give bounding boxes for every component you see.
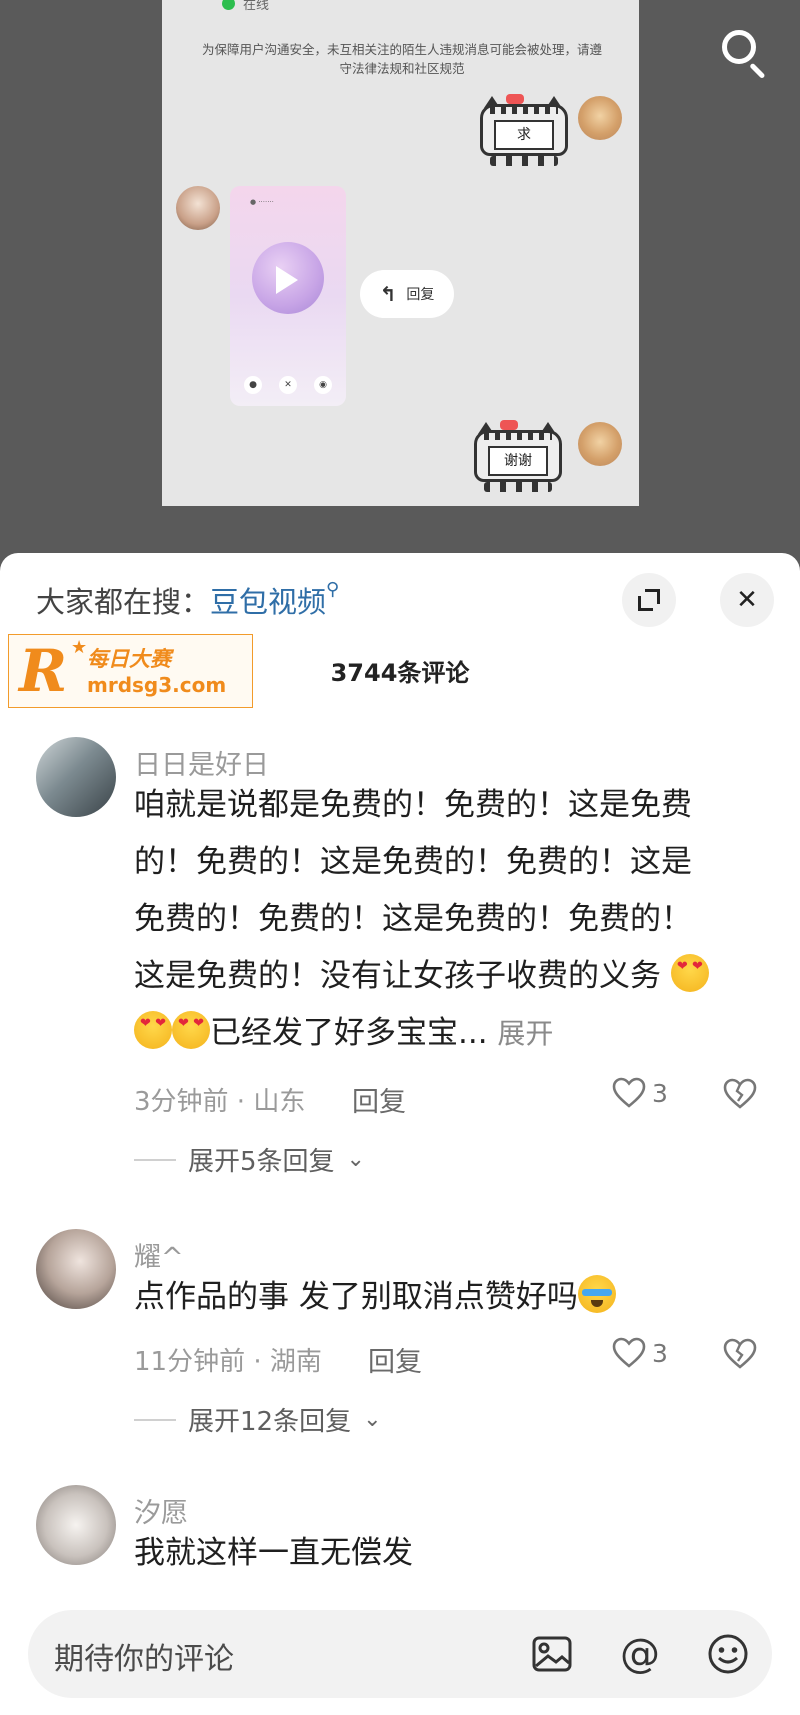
reply-arrow-icon: ↰ <box>379 282 397 306</box>
mention-icon[interactable]: @ <box>618 1632 662 1676</box>
expand-replies-button[interactable]: 展开12条回复 ⌄ <box>134 1401 382 1438</box>
close-icon: ✕ <box>736 585 758 615</box>
chat-status: 在线 <box>222 0 269 13</box>
chat-status-label: 在线 <box>243 0 270 13</box>
expand-icon <box>638 589 660 611</box>
search-icon[interactable] <box>718 26 772 80</box>
sticker-2-text: 谢谢 <box>488 446 548 476</box>
heart-eyes-emoji-icon <box>670 954 709 992</box>
cat-sticker-2: 谢谢 <box>474 420 562 492</box>
comment-sheet: 大家都在搜：豆包视频⚲ ✕ R ★ 每日大赛 mrdsg3.com 3744条评… <box>0 553 800 1715</box>
chat-notice: 为保障用户沟通安全，未互相关注的陌生人违规消息可能会被处理，请遵守法律法规和社区… <box>202 42 603 76</box>
expand-replies-button[interactable]: 展开5条回复 ⌄ <box>134 1141 365 1178</box>
comment-count: 3744条评论 <box>330 659 470 687</box>
comment-input[interactable]: 期待你的评论 <box>54 1634 234 1678</box>
reply-button[interactable]: 回复 <box>368 1340 422 1379</box>
dislike-icon[interactable] <box>722 1337 758 1371</box>
image-icon[interactable] <box>530 1632 574 1676</box>
mini-search-icon: ⚲ <box>326 579 340 600</box>
sticker-1-text: 求 <box>494 120 554 150</box>
close-icon: ✕ <box>279 376 297 394</box>
chevron-down-icon: ⌄ <box>346 1147 365 1172</box>
comment-text-line: 点作品的事 发了别取消点赞好吗 <box>134 1279 578 1315</box>
cat-avatar-2 <box>578 422 622 466</box>
cat-avatar <box>578 96 622 140</box>
girl-avatar <box>176 186 220 230</box>
online-dot-icon <box>222 0 235 10</box>
comment-text-line: 这是免费的！没有让女孩子收费的义务 <box>134 958 661 994</box>
avatar[interactable] <box>36 1485 116 1565</box>
hot-search-prefix: 大家都在搜： <box>36 585 211 619</box>
play-icon <box>276 266 298 294</box>
expand-replies-label: 展开12条回复 <box>188 1407 352 1437</box>
mic-icon: ● <box>244 376 262 394</box>
comment-meta: 11分钟前 · 湖南 <box>134 1347 322 1377</box>
camera-icon: ◉ <box>314 376 332 394</box>
comment-text-line: 已经发了好多宝宝... <box>210 1015 488 1051</box>
comment-text-line: 的！免费的！这是免费的！免费的！这是 <box>134 844 692 880</box>
divider <box>134 1158 176 1161</box>
avatar[interactable] <box>36 1229 116 1309</box>
close-button[interactable]: ✕ <box>720 573 774 627</box>
hot-search[interactable]: 大家都在搜：豆包视频⚲ <box>36 579 339 621</box>
comment-text[interactable]: 点作品的事 发了别取消点赞好吗 <box>134 1269 774 1326</box>
chevron-down-icon: ⌄ <box>363 1407 382 1432</box>
dislike-icon[interactable] <box>722 1077 758 1111</box>
avatar[interactable] <box>36 737 116 817</box>
comment-text-line: 咱就是说都是免费的！免费的！这是免费 <box>134 787 692 823</box>
like-count: 3 <box>652 1338 668 1368</box>
comment-text[interactable]: 我就这样一直无偿发 <box>134 1525 774 1582</box>
reply-pill: ↰ 回复 <box>360 270 454 318</box>
emoji-icon[interactable] <box>706 1632 750 1676</box>
heart-eyes-emoji-icon <box>134 1011 172 1049</box>
heart-eyes-emoji-icon <box>172 1011 210 1049</box>
reply-pill-label: 回复 <box>406 287 435 303</box>
comment-text[interactable]: 咱就是说都是免费的！免费的！这是免费 的！免费的！这是免费的！免费的！这是 免费… <box>134 777 774 1062</box>
heart-icon <box>612 1077 646 1109</box>
chat-screenshot: 在线 为保障用户沟通安全，未互相关注的陌生人违规消息可能会被处理，请遵守法律法规… <box>162 0 639 506</box>
crying-emoji-icon <box>577 1275 616 1313</box>
hot-search-keyword[interactable]: 豆包视频 <box>210 585 326 619</box>
expand-text-link[interactable]: 展开 <box>497 1017 553 1050</box>
cat-sticker-1: 求 <box>480 94 568 166</box>
comment-meta: 3分钟前 · 山东 <box>134 1087 306 1117</box>
divider <box>134 1418 176 1421</box>
like-count: 3 <box>652 1078 668 1108</box>
comment-text-line: 免费的！免费的！这是免费的！免费的！ <box>134 901 692 937</box>
expand-button[interactable] <box>622 573 676 627</box>
heart-icon <box>612 1337 646 1369</box>
comment-text-line: 我就这样一直无偿发 <box>134 1535 413 1571</box>
reply-button[interactable]: 回复 <box>352 1080 406 1119</box>
like-button[interactable]: 3 <box>612 1337 668 1369</box>
comment-input-bar[interactable]: 期待你的评论 @ <box>28 1610 772 1698</box>
shared-phone-screenshot: ● ······· ● ✕ ◉ <box>230 186 346 406</box>
video-area[interactable]: 在线 为保障用户沟通安全，未互相关注的陌生人违规消息可能会被处理，请遵守法律法规… <box>0 0 800 560</box>
like-button[interactable]: 3 <box>612 1077 668 1109</box>
expand-replies-label: 展开5条回复 <box>188 1147 335 1177</box>
